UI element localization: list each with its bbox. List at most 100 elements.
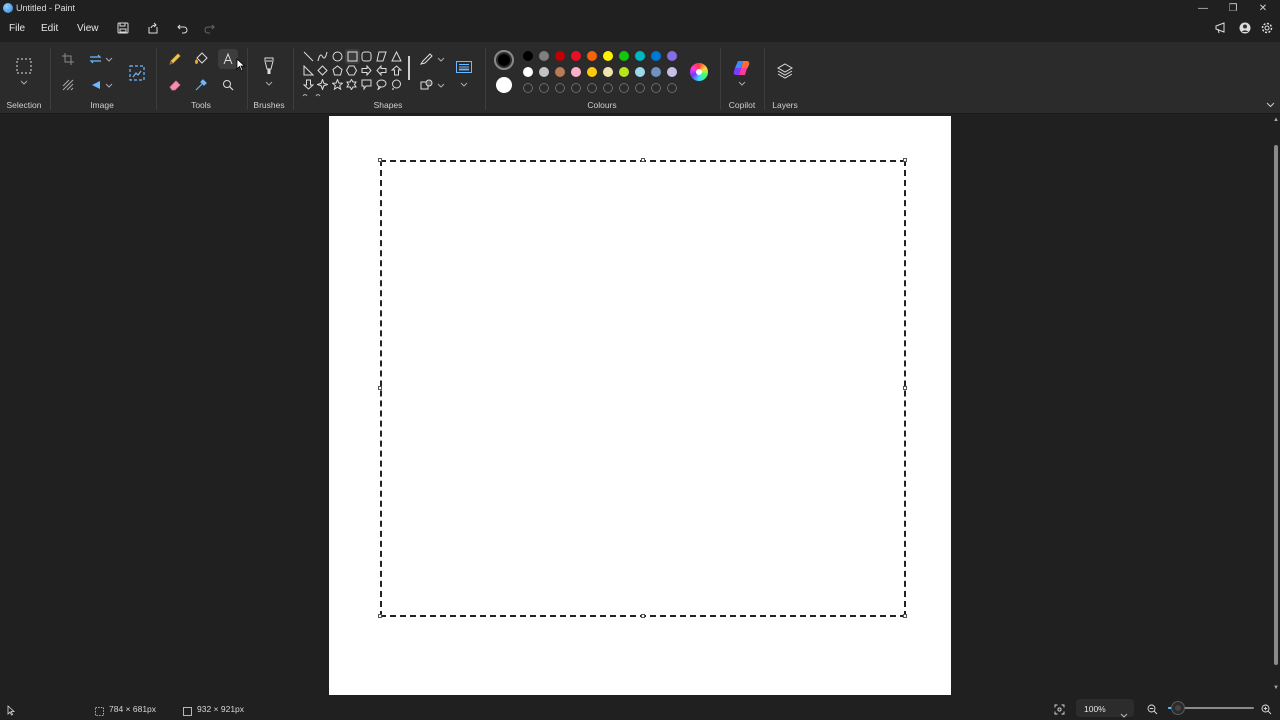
fill-chevron-down-icon[interactable] bbox=[436, 81, 446, 89]
secondary-colour-swatch[interactable] bbox=[496, 77, 512, 93]
custom-colour-slot[interactable] bbox=[667, 83, 677, 93]
outline-chevron-down-icon[interactable] bbox=[436, 55, 446, 63]
six-point-star-shape-icon[interactable] bbox=[345, 78, 358, 91]
menu-edit[interactable]: Edit bbox=[41, 23, 58, 34]
copilot-icon[interactable] bbox=[732, 59, 752, 77]
custom-colour-slot[interactable] bbox=[539, 83, 549, 93]
vertical-scrollbar[interactable]: ▲ ▼ bbox=[1272, 115, 1280, 696]
colour-swatch[interactable] bbox=[667, 67, 677, 77]
custom-colour-slot[interactable] bbox=[651, 83, 661, 93]
custom-colour-slot[interactable] bbox=[619, 83, 629, 93]
zoom-in-icon[interactable] bbox=[1261, 702, 1273, 715]
colour-swatch[interactable] bbox=[619, 67, 629, 77]
five-point-star-shape-icon[interactable] bbox=[331, 78, 344, 91]
hexagon-shape-icon[interactable] bbox=[345, 64, 358, 77]
selection-handle-bottom-left[interactable] bbox=[378, 614, 382, 618]
right-triangle-shape-icon[interactable] bbox=[302, 64, 315, 77]
selection-handle-left[interactable] bbox=[378, 386, 382, 390]
fit-to-window-icon[interactable] bbox=[1054, 702, 1066, 715]
close-button[interactable]: ✕ bbox=[1248, 0, 1278, 16]
colour-swatch[interactable] bbox=[619, 51, 629, 61]
colour-swatch[interactable] bbox=[635, 51, 645, 61]
colour-swatch[interactable] bbox=[539, 51, 549, 61]
selection-handle-top-right[interactable] bbox=[903, 158, 907, 162]
remove-background-icon[interactable] bbox=[61, 78, 75, 92]
custom-colour-slot[interactable] bbox=[555, 83, 565, 93]
rectangle-select-icon[interactable] bbox=[14, 56, 34, 76]
menu-file[interactable]: File bbox=[9, 23, 25, 34]
up-arrow-shape-icon[interactable] bbox=[390, 64, 403, 77]
custom-colour-slot[interactable] bbox=[603, 83, 613, 93]
four-point-star-shape-icon[interactable] bbox=[316, 78, 329, 91]
selection-handle-right[interactable] bbox=[903, 386, 907, 390]
colour-swatch[interactable] bbox=[571, 51, 581, 61]
left-arrow-shape-icon[interactable] bbox=[375, 64, 388, 77]
image-generator-icon[interactable] bbox=[128, 64, 146, 82]
menu-view[interactable]: View bbox=[77, 23, 99, 34]
size-chevron-down-icon[interactable] bbox=[459, 80, 469, 88]
selection-handle-bottom-right[interactable] bbox=[903, 614, 907, 618]
colour-swatch[interactable] bbox=[667, 51, 677, 61]
pencil-icon[interactable] bbox=[167, 51, 183, 67]
colour-swatch[interactable] bbox=[603, 51, 613, 61]
eraser-icon[interactable] bbox=[167, 77, 183, 93]
scroll-up-arrow-icon[interactable]: ▲ bbox=[1273, 117, 1279, 123]
brush-icon[interactable] bbox=[260, 56, 278, 76]
collapse-ribbon-chevron-icon[interactable] bbox=[1264, 100, 1276, 110]
right-arrow-shape-icon[interactable] bbox=[360, 64, 373, 77]
colour-picker-icon[interactable] bbox=[193, 77, 209, 93]
scroll-down-arrow-icon[interactable]: ▼ bbox=[1273, 685, 1279, 691]
down-arrow-shape-icon[interactable] bbox=[302, 78, 315, 91]
zoom-slider-thumb[interactable] bbox=[1172, 702, 1184, 714]
shapes-scrollbar[interactable] bbox=[408, 56, 410, 80]
oval-callout-shape-icon[interactable] bbox=[375, 78, 388, 91]
feedback-icon[interactable] bbox=[1213, 20, 1229, 36]
copilot-chevron-down-icon[interactable] bbox=[737, 79, 747, 87]
cloud-callout-shape-icon[interactable] bbox=[390, 78, 403, 91]
share-icon[interactable] bbox=[145, 20, 161, 36]
custom-colour-slot[interactable] bbox=[587, 83, 597, 93]
colour-swatch[interactable] bbox=[603, 67, 613, 77]
custom-colour-slot[interactable] bbox=[571, 83, 581, 93]
selection-chevron-down-icon[interactable] bbox=[19, 78, 29, 86]
custom-colour-slot[interactable] bbox=[523, 83, 533, 93]
redo-icon[interactable] bbox=[201, 20, 217, 36]
layers-icon[interactable] bbox=[776, 62, 794, 80]
resize-icon[interactable] bbox=[88, 52, 102, 66]
magnifier-icon[interactable] bbox=[220, 77, 236, 93]
zoom-out-icon[interactable] bbox=[1147, 702, 1159, 715]
primary-colour-swatch[interactable] bbox=[494, 50, 514, 70]
selection-handle-top-left[interactable] bbox=[378, 158, 382, 162]
colour-swatch[interactable] bbox=[523, 67, 533, 77]
fill-bucket-icon[interactable] bbox=[193, 51, 209, 67]
rectangle-shape-icon[interactable] bbox=[345, 49, 360, 64]
edit-colours-icon[interactable] bbox=[690, 63, 708, 81]
crop-icon[interactable] bbox=[61, 52, 75, 66]
colour-swatch[interactable] bbox=[523, 51, 533, 61]
colour-swatch[interactable] bbox=[571, 67, 581, 77]
flip-chevron-down-icon[interactable] bbox=[104, 81, 114, 89]
settings-icon[interactable] bbox=[1259, 20, 1275, 36]
pentagon-shape-icon[interactable] bbox=[331, 64, 344, 77]
colour-swatch[interactable] bbox=[555, 51, 565, 61]
colour-swatch[interactable] bbox=[587, 67, 597, 77]
colour-swatch[interactable] bbox=[555, 67, 565, 77]
polygon-shape-icon[interactable] bbox=[375, 50, 388, 63]
account-icon[interactable] bbox=[1237, 20, 1253, 36]
oval-shape-icon[interactable] bbox=[331, 50, 344, 63]
line-shape-icon[interactable] bbox=[302, 50, 315, 63]
save-icon[interactable] bbox=[115, 20, 131, 36]
restore-button[interactable]: ❐ bbox=[1218, 0, 1248, 16]
colour-swatch[interactable] bbox=[635, 67, 645, 77]
flip-icon[interactable] bbox=[88, 78, 102, 92]
minimize-button[interactable]: — bbox=[1188, 0, 1218, 16]
brushes-chevron-down-icon[interactable] bbox=[264, 79, 274, 87]
custom-colour-slot[interactable] bbox=[635, 83, 645, 93]
colour-swatch[interactable] bbox=[539, 67, 549, 77]
outline-icon[interactable] bbox=[419, 52, 433, 66]
size-icon[interactable] bbox=[455, 59, 473, 75]
colour-swatch[interactable] bbox=[587, 51, 597, 61]
rectangle-callout-shape-icon[interactable] bbox=[360, 78, 373, 91]
zoom-level-dropdown[interactable]: 100% bbox=[1076, 699, 1134, 718]
more-shapes-peek[interactable] bbox=[302, 93, 326, 97]
